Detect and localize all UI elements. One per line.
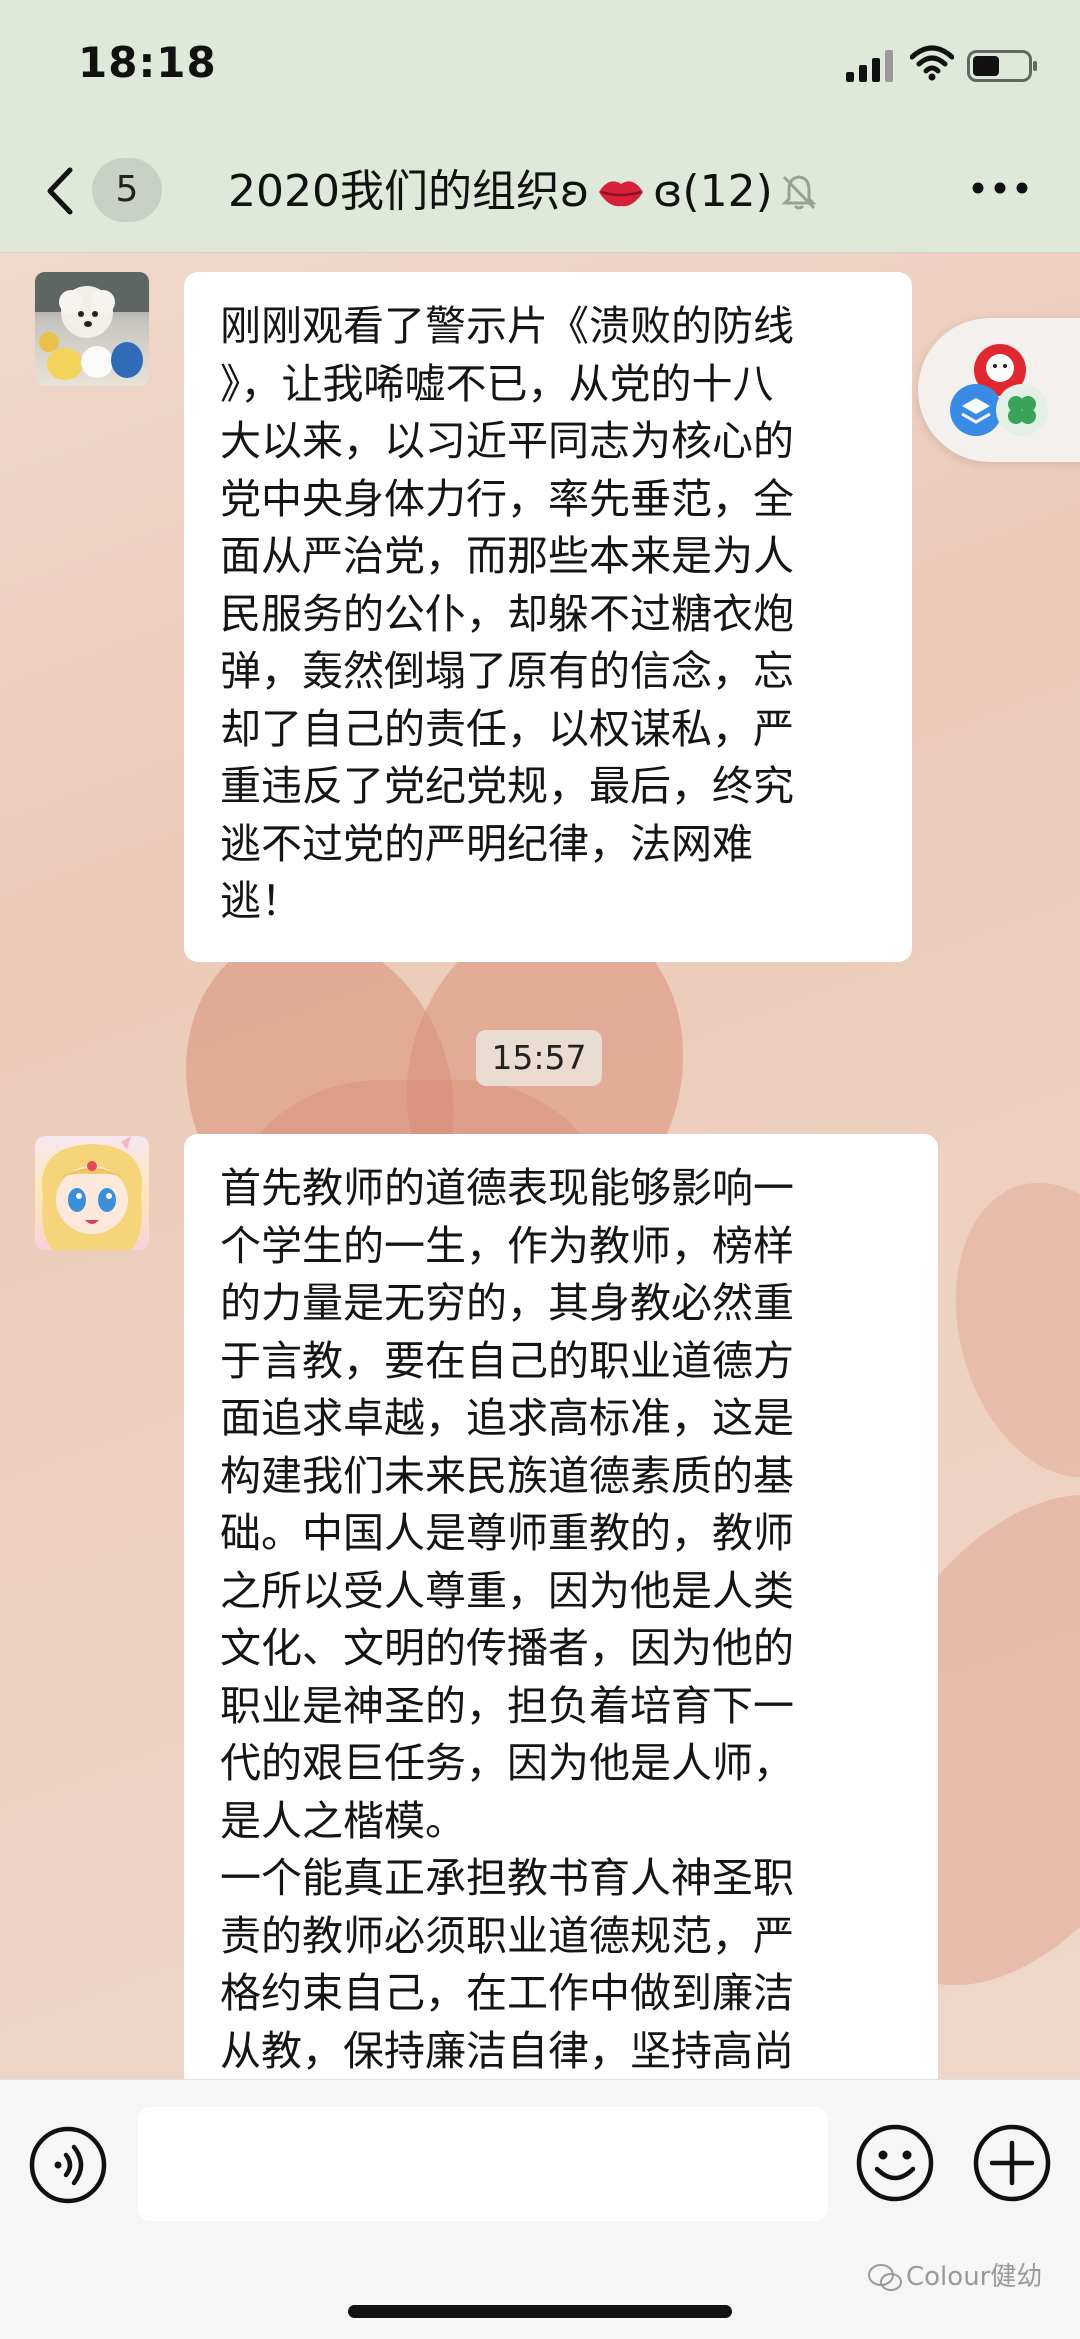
message-bubble[interactable]: 首先教师的道德表现能够影响一 个学生的一生，作为教师，榜样 的力量是无穷的，其身… [184,1134,938,2146]
message-bubble[interactable]: 刚刚观看了警示片《溃败的防线 》，让我唏嘘不已，从党的十八 大以来，以习近平同志… [184,272,912,962]
add-icon[interactable] [972,2123,1052,2203]
anime-girl-avatar[interactable] [35,1136,149,1250]
watermark-text: Colour健幼 [906,2262,1043,2292]
status-bar: 18:18 [0,0,1080,130]
message-input[interactable] [138,2107,828,2221]
signal-icon [846,50,893,82]
floating-window-widget[interactable] [918,318,1080,462]
input-bar: Colour健幼 [0,2079,1080,2339]
wallpaper-heart-edge [924,1159,1080,1501]
lips-icon [599,181,644,207]
chat-screen: 18:18 5 2020我们的组织ʚ ɞ(12) 刚刚观看了警示片《溃败的防线 … [0,0,1080,2339]
more-icon[interactable] [970,180,1030,196]
message-timestamp: 15:57 [476,1030,602,1086]
watermark: Colour健幼 [868,2256,1042,2293]
chat-header: 5 2020我们的组织ʚ ɞ(12) [0,130,1080,253]
back-icon[interactable] [42,166,78,216]
mute-bell-icon [781,175,817,210]
status-time: 18:18 [78,38,217,87]
poodle-dog-avatar[interactable] [35,272,149,386]
wechat-icon [868,2263,902,2291]
home-indicator[interactable] [348,2305,732,2318]
battery-icon [967,50,1037,82]
emoji-icon[interactable] [855,2123,935,2203]
wifi-icon [910,45,954,81]
voice-icon[interactable] [28,2125,108,2205]
chat-title-suffix: ɞ(12) [653,166,773,217]
unread-count-badge[interactable]: 5 [92,158,162,222]
chat-title-prefix: 2020我们的组织ʚ [228,166,590,217]
chat-title[interactable]: 2020我们的组织ʚ ɞ(12) [228,160,819,222]
